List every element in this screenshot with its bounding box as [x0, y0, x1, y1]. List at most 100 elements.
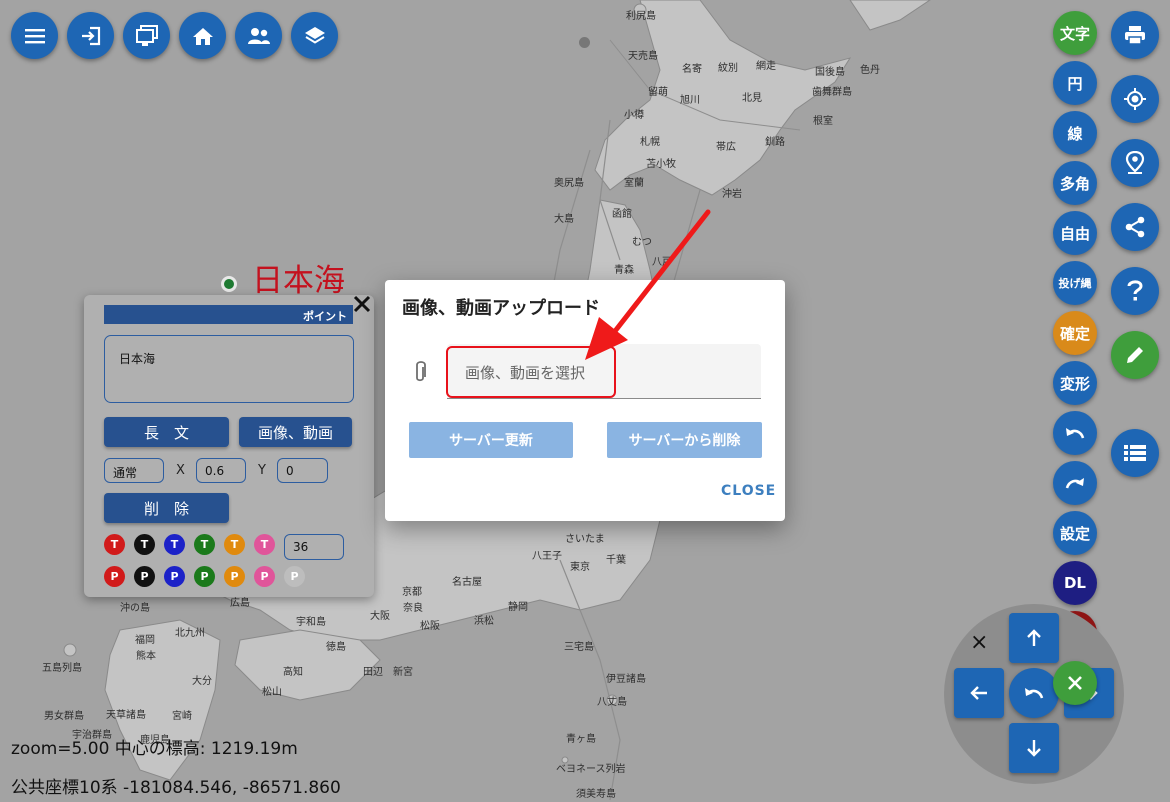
place-label: 八丈島	[597, 697, 627, 708]
server-delete-button[interactable]: サーバーから削除	[607, 422, 762, 458]
place-label: 奈良	[403, 603, 423, 614]
long-text-button[interactable]: 長 文	[104, 417, 229, 447]
place-label: 広島	[230, 598, 250, 609]
point-color-black[interactable]: P	[134, 566, 155, 587]
home-button[interactable]	[179, 12, 226, 59]
text-color-pink[interactable]: T	[254, 534, 275, 555]
edit-button[interactable]	[1111, 331, 1159, 379]
place-label: 苫小牧	[646, 159, 676, 170]
coordinate-readout: 公共座標10系 -181084.546, -86571.860	[11, 778, 341, 798]
panel-close-button[interactable]	[350, 292, 374, 316]
place-label: 福岡	[135, 635, 155, 646]
place-label: 紋別	[718, 63, 738, 74]
list-icon	[1124, 445, 1146, 461]
media-button[interactable]: 画像、動画	[239, 417, 352, 447]
place-label: 色丹	[860, 65, 880, 76]
y-offset-field[interactable]: 0	[277, 458, 328, 483]
place-label: 青ヶ島	[566, 734, 596, 745]
layers-icon	[304, 26, 325, 44]
settings-button[interactable]: 設定	[1053, 511, 1097, 555]
place-label: むつ	[632, 237, 652, 248]
place-label: 室蘭	[624, 178, 644, 189]
confirm-button[interactable]: 確定	[1053, 311, 1097, 355]
transform-button[interactable]: 変形	[1053, 361, 1097, 405]
text-color-blue[interactable]: T	[164, 534, 185, 555]
annotation-highlight-box	[446, 346, 616, 398]
print-button[interactable]	[1111, 11, 1159, 59]
pan-up-button[interactable]	[1009, 613, 1059, 663]
circle-tool-button[interactable]: 円	[1053, 61, 1097, 105]
pin-button[interactable]	[1111, 139, 1159, 187]
point-color-pink[interactable]: P	[254, 566, 275, 587]
locate-button[interactable]	[1111, 75, 1159, 123]
text-color-orange[interactable]: T	[224, 534, 245, 555]
text-color-green[interactable]: T	[194, 534, 215, 555]
server-update-button[interactable]: サーバー更新	[409, 422, 573, 458]
undo-button[interactable]	[1053, 411, 1097, 455]
freehand-tool-button[interactable]: 自由	[1053, 211, 1097, 255]
point-color-blue[interactable]: P	[164, 566, 185, 587]
text-color-red[interactable]: T	[104, 534, 125, 555]
place-label: 利尻島	[626, 11, 656, 22]
font-size-field[interactable]: 36	[284, 534, 344, 560]
place-label: 北九州	[175, 628, 205, 639]
place-label: 旭川	[680, 95, 700, 106]
x-offset-field[interactable]: 0.6	[196, 458, 246, 483]
polygon-tool-button[interactable]: 多角	[1053, 161, 1097, 205]
point-color-gray[interactable]: P	[284, 566, 305, 587]
place-label: 函館	[612, 209, 632, 220]
arrow-left-icon	[970, 686, 987, 700]
place-label: 三宅島	[564, 642, 594, 653]
help-button[interactable]	[1111, 267, 1159, 315]
text-tool-button[interactable]: 文字	[1053, 11, 1097, 55]
map-point-marker[interactable]	[221, 276, 237, 292]
redo-button[interactable]	[1053, 461, 1097, 505]
place-label: 青森	[614, 265, 634, 276]
place-label: 松阪	[420, 621, 440, 632]
close-icon	[353, 295, 371, 313]
point-color-orange[interactable]: P	[224, 566, 245, 587]
download-button[interactable]: DL	[1053, 561, 1097, 605]
menu-button[interactable]	[11, 12, 58, 59]
lasso-tool-button[interactable]: 投げ縄	[1053, 261, 1097, 305]
rotate-icon	[1025, 688, 1044, 699]
layers-button[interactable]	[291, 12, 338, 59]
monitor-icon	[135, 24, 158, 46]
place-label: 須美寿島	[576, 789, 616, 800]
share-button[interactable]	[1111, 203, 1159, 251]
pan-down-button[interactable]	[1009, 723, 1059, 773]
reset-rotation-button[interactable]	[1009, 668, 1059, 718]
place-label: 網走	[756, 61, 776, 72]
point-text-field[interactable]: 日本海	[104, 335, 354, 403]
print-icon	[1125, 26, 1145, 45]
cancel-button[interactable]	[1053, 661, 1097, 705]
panel-header: ポイント	[104, 305, 353, 324]
menu-icon	[24, 28, 45, 43]
place-label: 札幌	[640, 137, 660, 148]
paperclip-icon[interactable]	[413, 360, 427, 384]
delete-point-button[interactable]: 削 除	[104, 493, 229, 523]
y-label: Y	[258, 463, 266, 478]
place-label: 松山	[262, 687, 282, 698]
close-icon	[1068, 676, 1082, 690]
login-button[interactable]	[67, 12, 114, 59]
place-label: 沖の島	[120, 603, 150, 614]
list-button[interactable]	[1111, 429, 1159, 477]
group-button[interactable]	[235, 12, 282, 59]
point-color-green[interactable]: P	[194, 566, 215, 587]
point-color-red[interactable]: P	[104, 566, 125, 587]
place-label: 田辺	[363, 667, 383, 678]
place-label: 大阪	[370, 611, 390, 622]
place-label: 天売島	[628, 51, 658, 62]
line-tool-button[interactable]: 線	[1053, 111, 1097, 155]
place-label: 釧路	[765, 137, 785, 148]
dpad-close-button[interactable]: ×	[970, 630, 988, 655]
pan-left-button[interactable]	[954, 668, 1004, 718]
place-label: 新宮	[393, 667, 413, 678]
dialog-close-button[interactable]: CLOSE	[721, 483, 776, 499]
text-color-black[interactable]: T	[134, 534, 155, 555]
mode-select[interactable]: 通常	[104, 458, 164, 483]
place-label: 八戸	[652, 257, 672, 268]
monitor-button[interactable]	[123, 12, 170, 59]
place-label: 天草諸島	[106, 710, 146, 721]
